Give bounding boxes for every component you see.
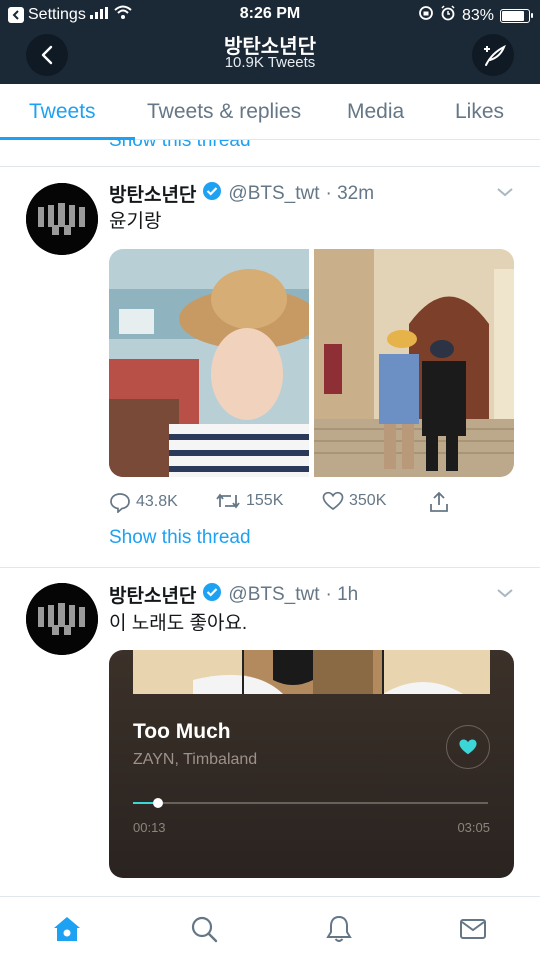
tweet-header: 방탄소년단 @BTS_twt · 32m	[109, 180, 374, 207]
tweet-media	[109, 249, 514, 477]
tab-tweets-and-replies[interactable]: Tweets & replies	[147, 100, 301, 124]
battery-icon	[500, 8, 533, 23]
show-thread-link[interactable]: Show this thread	[109, 527, 251, 549]
search-icon	[191, 916, 218, 943]
tweet-text: 윤기랑	[109, 211, 162, 232]
home-icon	[54, 917, 80, 941]
alarm-icon	[440, 5, 456, 26]
retweet-button[interactable]: 155K	[215, 491, 283, 511]
avatar[interactable]	[26, 183, 98, 255]
tweet-photo-selfie[interactable]	[109, 249, 309, 477]
compose-tweet-button[interactable]	[472, 34, 514, 76]
author-name[interactable]: 방탄소년단	[109, 180, 196, 207]
retweet-count: 155K	[246, 492, 284, 509]
album-art	[133, 650, 490, 694]
tweet-options-chevron-down-icon[interactable]	[496, 586, 514, 604]
notifications-icon	[326, 915, 352, 942]
progress-track[interactable]	[133, 798, 488, 808]
elapsed-time: 00:13	[133, 820, 166, 835]
tab-tweets[interactable]: Tweets	[29, 100, 96, 124]
verified-badge-icon	[202, 582, 222, 608]
avatar[interactable]	[26, 583, 98, 655]
nav-notifications[interactable]	[323, 913, 355, 945]
heart-icon	[322, 491, 344, 511]
status-right: 83%	[418, 5, 533, 26]
reply-button[interactable]: 43.8K	[109, 491, 178, 513]
song-title: Too Much	[133, 720, 231, 743]
reply-icon	[110, 493, 130, 513]
reply-count: 43.8K	[136, 493, 178, 510]
tweet-actions: 43.8K 155K 350K	[109, 491, 509, 515]
nav-search[interactable]	[188, 913, 220, 945]
progress-knob[interactable]	[152, 798, 163, 808]
total-time: 03:05	[457, 820, 490, 835]
divider	[0, 567, 540, 568]
compose-feather-icon	[484, 44, 506, 66]
heart-icon	[459, 739, 477, 755]
tweet-count: 10.9K Tweets	[224, 54, 316, 71]
tab-likes[interactable]: Likes	[455, 100, 504, 124]
tweet-text: 이 노래도 좋아요.	[109, 613, 248, 634]
nav-home[interactable]	[51, 913, 83, 945]
bottom-nav	[0, 896, 540, 960]
tweet-time: · 32m	[325, 182, 375, 204]
top-bar: Settings 8:26 PM 83% 방탄소년단 10.9K Tweets	[0, 0, 540, 84]
author-handle: @BTS_twt	[228, 182, 320, 204]
divider	[0, 166, 540, 167]
author-handle: @BTS_twt	[228, 583, 320, 605]
tweet-options-chevron-down-icon[interactable]	[496, 185, 514, 203]
song-artist: ZAYN, Timbaland	[133, 751, 258, 768]
tab-media[interactable]: Media	[347, 100, 404, 124]
like-button[interactable]: 350K	[322, 491, 386, 511]
rotation-lock-icon	[418, 5, 434, 26]
tweet-header: 방탄소년단 @BTS_twt · 1h	[109, 581, 358, 608]
like-song-button[interactable]	[446, 725, 490, 769]
retweet-icon	[216, 493, 240, 509]
messages-icon	[460, 919, 486, 939]
share-button[interactable]	[429, 491, 449, 513]
profile-tabs: Tweets Tweets & replies Media Likes	[0, 84, 540, 140]
music-player-card[interactable]: Too Much ZAYN, Timbaland 00:13 03:05	[109, 650, 514, 878]
status-bar: Settings 8:26 PM 83%	[0, 0, 540, 28]
tweet-time: · 1h	[325, 583, 359, 605]
tweet-photo-church[interactable]	[314, 249, 514, 477]
nav-messages[interactable]	[457, 913, 489, 945]
verified-badge-icon	[202, 181, 222, 207]
share-icon	[430, 491, 448, 512]
like-count: 350K	[349, 492, 387, 509]
author-name[interactable]: 방탄소년단	[109, 581, 196, 608]
previous-show-thread-link[interactable]: Show this thread	[109, 140, 251, 160]
battery-percent: 83%	[461, 6, 494, 24]
